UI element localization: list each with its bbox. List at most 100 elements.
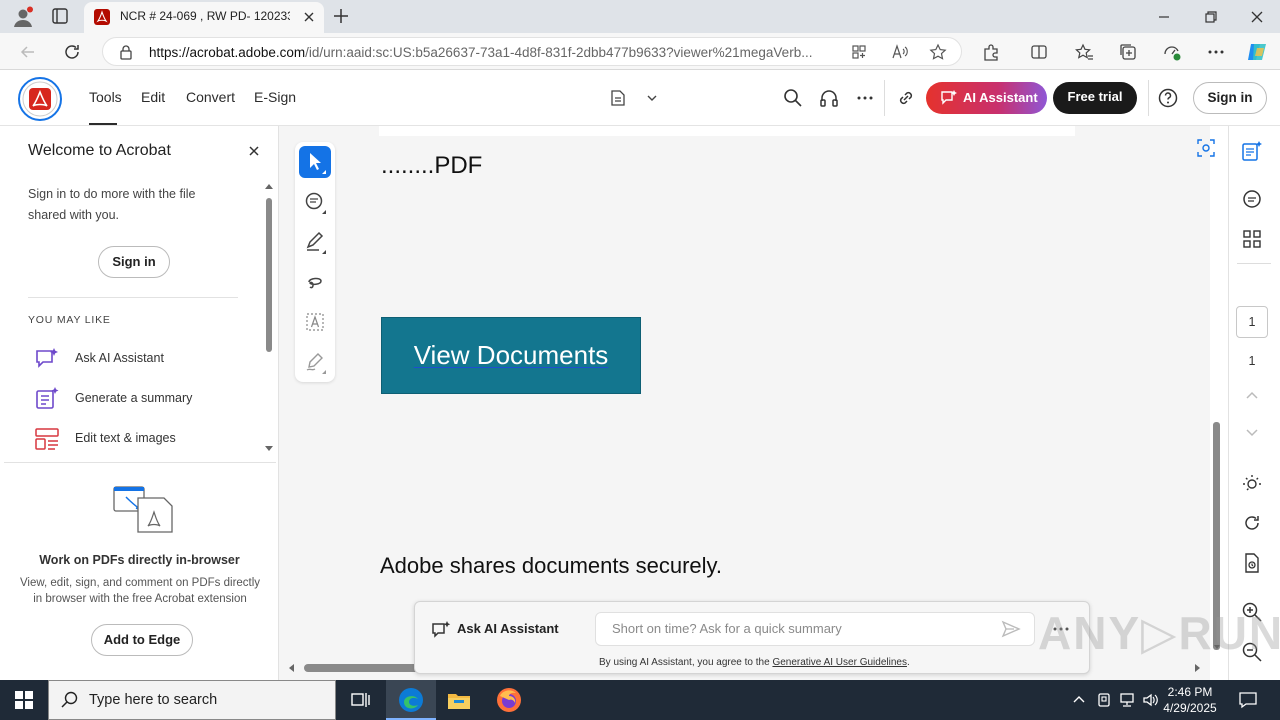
tab-title: NCR # 24-069 , RW PD- 1202335: [120, 9, 290, 23]
text-box-tool[interactable]: [299, 306, 331, 338]
nav-convert[interactable]: Convert: [186, 89, 235, 105]
ai-summary-icon[interactable]: [1241, 140, 1263, 162]
panel-scroll-down-icon[interactable]: [264, 445, 274, 453]
lasso-icon: [308, 277, 322, 289]
current-page-input[interactable]: 1: [1236, 306, 1268, 338]
file-explorer-icon[interactable]: [446, 687, 472, 713]
add-to-edge-button[interactable]: Add to Edge: [91, 624, 193, 656]
split-screen-icon[interactable]: [1030, 43, 1048, 61]
notification-icon[interactable]: [1238, 690, 1258, 710]
performance-icon[interactable]: [1162, 42, 1182, 62]
view-documents-label: View Documents: [413, 340, 609, 370]
signature-pen-icon: [306, 353, 326, 374]
panel-sign-in-button[interactable]: Sign in: [98, 246, 170, 278]
panel-scrollbar[interactable]: [266, 198, 272, 352]
more-options-icon[interactable]: [855, 88, 875, 108]
draw-tool[interactable]: [299, 266, 331, 298]
nav-tools[interactable]: Tools: [89, 89, 122, 105]
chevron-down-icon[interactable]: [645, 91, 659, 105]
page-up-chevron-icon[interactable]: [1241, 384, 1263, 406]
task-view-icon[interactable]: [350, 690, 370, 710]
header-divider: [884, 80, 885, 116]
free-trial-button[interactable]: Free trial: [1053, 82, 1137, 114]
taskbar-edge-app[interactable]: [386, 680, 436, 720]
ai-assistant-button[interactable]: AI Assistant: [926, 82, 1047, 114]
pen-icon: [306, 231, 326, 254]
rotate-icon[interactable]: [1241, 512, 1263, 534]
tray-device-icon[interactable]: [1096, 692, 1112, 708]
ai-scan-icon[interactable]: [1196, 138, 1216, 158]
restore-icon[interactable]: [1203, 9, 1219, 25]
highlight-tool[interactable]: [299, 226, 331, 258]
acrobat-logo-icon[interactable]: [18, 77, 62, 121]
document-secure-text: Adobe shares documents securely.: [380, 553, 722, 578]
windows-taskbar: Type here to search 2:46 PM 4/29/2025: [0, 680, 1280, 720]
copilot-icon[interactable]: [1245, 40, 1269, 64]
tab-active[interactable]: NCR # 24-069 , RW PD- 1202335: [84, 2, 324, 33]
favorite-star-icon[interactable]: [929, 43, 947, 61]
lock-icon[interactable]: [119, 44, 133, 60]
url-path: /id/urn:aaid:sc:US:b5a26637-73a1-4d8f-83…: [305, 45, 813, 60]
read-aloud-icon[interactable]: [891, 44, 909, 60]
h-scroll-left-icon[interactable]: [287, 663, 295, 673]
read-out-loud-icon[interactable]: [819, 88, 839, 108]
panel-scroll-up-icon[interactable]: [264, 182, 274, 190]
list-item-ask-ai[interactable]: Ask AI Assistant: [34, 346, 254, 372]
help-icon[interactable]: [1158, 88, 1178, 108]
extensions-icon[interactable]: [982, 43, 1000, 61]
thumbnails-grid-icon[interactable]: [1241, 228, 1263, 250]
document-viewer[interactable]: ........PDF View Documents Adobe shares …: [279, 126, 1220, 680]
horizontal-scrollbar[interactable]: [304, 664, 424, 672]
favorites-icon[interactable]: [1074, 42, 1094, 62]
tab-close-icon[interactable]: [302, 10, 316, 24]
ai-guidelines-link[interactable]: Generative AI User Guidelines: [772, 657, 907, 668]
list-item-edit-text[interactable]: Edit text & images: [34, 426, 254, 452]
taskbar-search-box[interactable]: Type here to search: [48, 680, 336, 720]
right-tool-rail: 1 1: [1228, 126, 1280, 680]
send-icon[interactable]: [1001, 620, 1021, 638]
tab-actions-icon[interactable]: [52, 8, 68, 24]
pdf-transfer-illustration-icon: [112, 484, 174, 534]
header-sign-in-button[interactable]: Sign in: [1193, 82, 1267, 114]
more-menu-icon[interactable]: [1206, 42, 1226, 62]
network-icon[interactable]: [1118, 692, 1136, 708]
url-host: https://acrobat.adobe.com: [149, 45, 306, 60]
select-tool[interactable]: [299, 146, 331, 178]
edit-layout-icon: [34, 426, 60, 452]
profile-icon[interactable]: [12, 6, 34, 28]
tray-chevron-icon[interactable]: [1072, 693, 1086, 707]
page-down-chevron-icon[interactable]: [1241, 422, 1263, 444]
comments-icon[interactable]: [1241, 188, 1263, 210]
app-available-icon[interactable]: [851, 44, 867, 60]
anyrun-watermark: ANY▷RUN: [1038, 607, 1280, 659]
minimize-icon[interactable]: [1156, 9, 1172, 25]
share-link-icon[interactable]: [896, 88, 916, 108]
sign-tool[interactable]: [299, 346, 331, 378]
document-view-icon[interactable]: [609, 89, 627, 107]
collections-icon[interactable]: [1118, 42, 1138, 62]
new-tab-icon[interactable]: [332, 7, 350, 25]
theme-toggle-icon[interactable]: [1241, 472, 1263, 494]
list-item-label: Generate a summary: [75, 391, 193, 405]
edge-browser-icon: [398, 687, 424, 713]
ai-question-input[interactable]: Short on time? Ask for a quick summary: [595, 612, 1035, 646]
rail-divider: [1237, 263, 1271, 264]
windows-start-icon[interactable]: [14, 690, 34, 710]
view-documents-button[interactable]: View Documents: [381, 317, 641, 394]
list-item-generate-summary[interactable]: Generate a summary: [34, 386, 254, 412]
address-bar[interactable]: https://acrobat.adobe.com/id/urn:aaid:sc…: [102, 37, 962, 66]
comment-tool[interactable]: [299, 186, 331, 218]
window-close-icon[interactable]: [1249, 9, 1265, 25]
firefox-icon[interactable]: [496, 687, 522, 713]
nav-esign[interactable]: E-Sign: [254, 89, 296, 105]
refresh-icon[interactable]: [62, 42, 82, 62]
taskbar-clock[interactable]: 2:46 PM 4/29/2025: [1158, 684, 1222, 716]
panel-close-icon[interactable]: [247, 144, 261, 158]
nav-edit[interactable]: Edit: [141, 89, 165, 105]
h-scroll-right-icon[interactable]: [1194, 663, 1202, 673]
back-icon[interactable]: [18, 42, 38, 62]
page-top-edge: [379, 126, 1075, 136]
ai-assistant-bar: Ask AI Assistant Short on time? Ask for …: [414, 601, 1090, 674]
document-properties-icon[interactable]: [1241, 552, 1263, 574]
search-icon[interactable]: [783, 88, 803, 108]
